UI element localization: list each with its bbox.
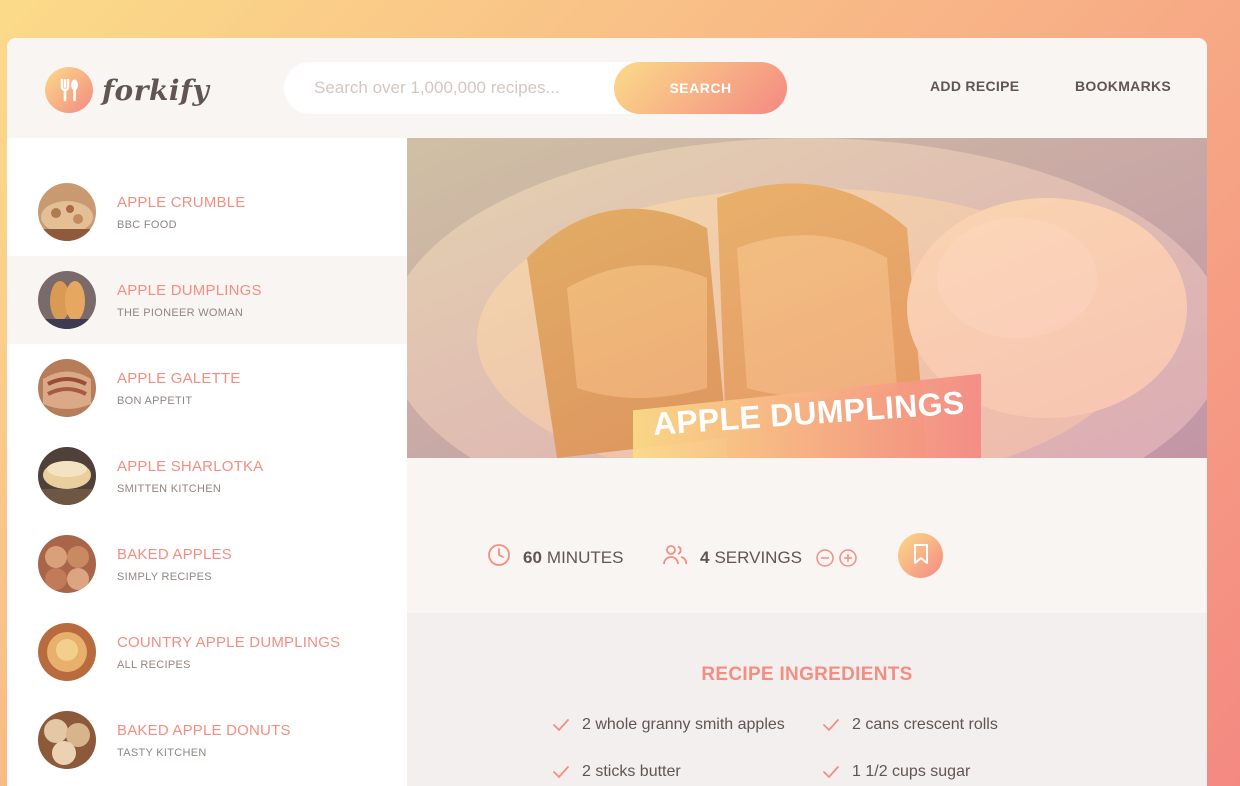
search-button[interactable]: SEARCH xyxy=(614,62,787,114)
result-publisher: SMITTEN KITCHEN xyxy=(117,483,222,495)
result-thumbnail xyxy=(38,711,96,769)
check-icon xyxy=(823,766,839,779)
result-title: BAKED APPLES xyxy=(117,546,232,563)
result-publisher: THE PIONEER WOMAN xyxy=(117,307,244,319)
recipe-image: APPLE DUMPLINGS xyxy=(407,138,1207,458)
result-thumbnail xyxy=(38,183,96,241)
ingredient-item: 2 whole granny smith apples xyxy=(553,716,785,734)
result-publisher: TASTY KITCHEN xyxy=(117,747,207,759)
result-item[interactable]: APPLE CRUMBLE BBC FOOD xyxy=(7,178,407,266)
result-publisher: BBC FOOD xyxy=(117,219,177,231)
header: forkify SEARCH ADD RECIPE BOOKMARKS xyxy=(7,38,1207,138)
ingredient-text: 2 whole granny smith apples xyxy=(582,716,785,733)
result-publisher: SIMPLY RECIPES xyxy=(117,571,212,583)
ingredient-item: 2 cans crescent rolls xyxy=(823,716,998,734)
recipe-view: APPLE DUMPLINGS 60 MINUTES 4 SERVINGS RE… xyxy=(407,138,1207,786)
result-thumbnail xyxy=(38,447,96,505)
result-item[interactable]: BAKED APPLE DONUTS TASTY KITCHEN xyxy=(7,696,407,784)
search-input[interactable] xyxy=(314,78,634,98)
recipe-info-minutes: 60 MINUTES xyxy=(487,543,623,572)
result-title: COUNTRY APPLE DUMPLINGS xyxy=(117,634,341,651)
result-item[interactable]: COUNTRY APPLE DUMPLINGS ALL RECIPES xyxy=(7,608,407,696)
search-form: SEARCH xyxy=(284,62,787,114)
app-container: forkify SEARCH ADD RECIPE BOOKMARKS APPL… xyxy=(7,38,1207,786)
result-thumbnail xyxy=(38,359,96,417)
minutes-value: 60 xyxy=(523,547,542,567)
result-publisher: BON APPETIT xyxy=(117,395,193,407)
result-thumbnail xyxy=(38,271,96,329)
ingredient-text: 2 sticks butter xyxy=(582,763,681,780)
plus-circle-icon[interactable] xyxy=(839,548,857,567)
ingredient-item: 2 sticks butter xyxy=(553,763,681,781)
ingredient-text: 1 1/2 cups sugar xyxy=(852,763,971,780)
add-recipe-button[interactable]: ADD RECIPE xyxy=(930,78,1019,94)
clock-icon xyxy=(487,543,511,572)
servings-label: SERVINGS xyxy=(714,547,803,567)
recipe-ingredients: RECIPE INGREDIENTS 2 whole granny smith … xyxy=(407,613,1207,786)
result-item[interactable]: BAKED APPLES SIMPLY RECIPES xyxy=(7,520,407,608)
recipe-info-servings: 4 SERVINGS xyxy=(662,543,857,572)
result-title: BAKED APPLE DONUTS xyxy=(117,722,291,739)
bookmark-button[interactable] xyxy=(898,533,943,578)
check-icon xyxy=(823,719,839,732)
ingredient-text: 2 cans crescent rolls xyxy=(852,716,998,733)
minutes-label: MINUTES xyxy=(546,547,624,567)
ingredient-item: 1 1/2 cups sugar xyxy=(823,763,970,781)
search-results: APPLE CRUMBLE BBC FOOD APPLE DUMPLINGS T… xyxy=(7,138,407,786)
minus-circle-icon[interactable] xyxy=(816,548,834,567)
result-item[interactable]: APPLE SHARLOTKA SMITTEN KITCHEN xyxy=(7,432,407,520)
logo-text: forkify xyxy=(102,73,210,107)
result-title: APPLE GALETTE xyxy=(117,370,241,387)
users-icon xyxy=(662,543,688,572)
ingredients-heading: RECIPE INGREDIENTS xyxy=(701,664,913,685)
recipe-details: 60 MINUTES 4 SERVINGS xyxy=(407,518,1207,613)
result-publisher: ALL RECIPES xyxy=(117,659,191,671)
fork-spoon-icon xyxy=(45,67,93,113)
check-icon xyxy=(553,719,569,732)
result-thumbnail xyxy=(38,623,96,681)
servings-value: 4 xyxy=(700,547,710,567)
check-icon xyxy=(553,766,569,779)
result-item[interactable]: APPLE DUMPLINGS THE PIONEER WOMAN xyxy=(7,256,407,344)
result-thumbnail xyxy=(38,535,96,593)
result-title: APPLE SHARLOTKA xyxy=(117,458,264,475)
result-title: APPLE DUMPLINGS xyxy=(117,282,262,299)
bookmark-icon xyxy=(911,543,931,569)
result-item[interactable]: APPLE GALETTE BON APPETIT xyxy=(7,344,407,432)
result-title: APPLE CRUMBLE xyxy=(117,194,246,211)
bookmarks-button[interactable]: BOOKMARKS xyxy=(1075,78,1171,94)
logo[interactable]: forkify xyxy=(45,67,209,113)
